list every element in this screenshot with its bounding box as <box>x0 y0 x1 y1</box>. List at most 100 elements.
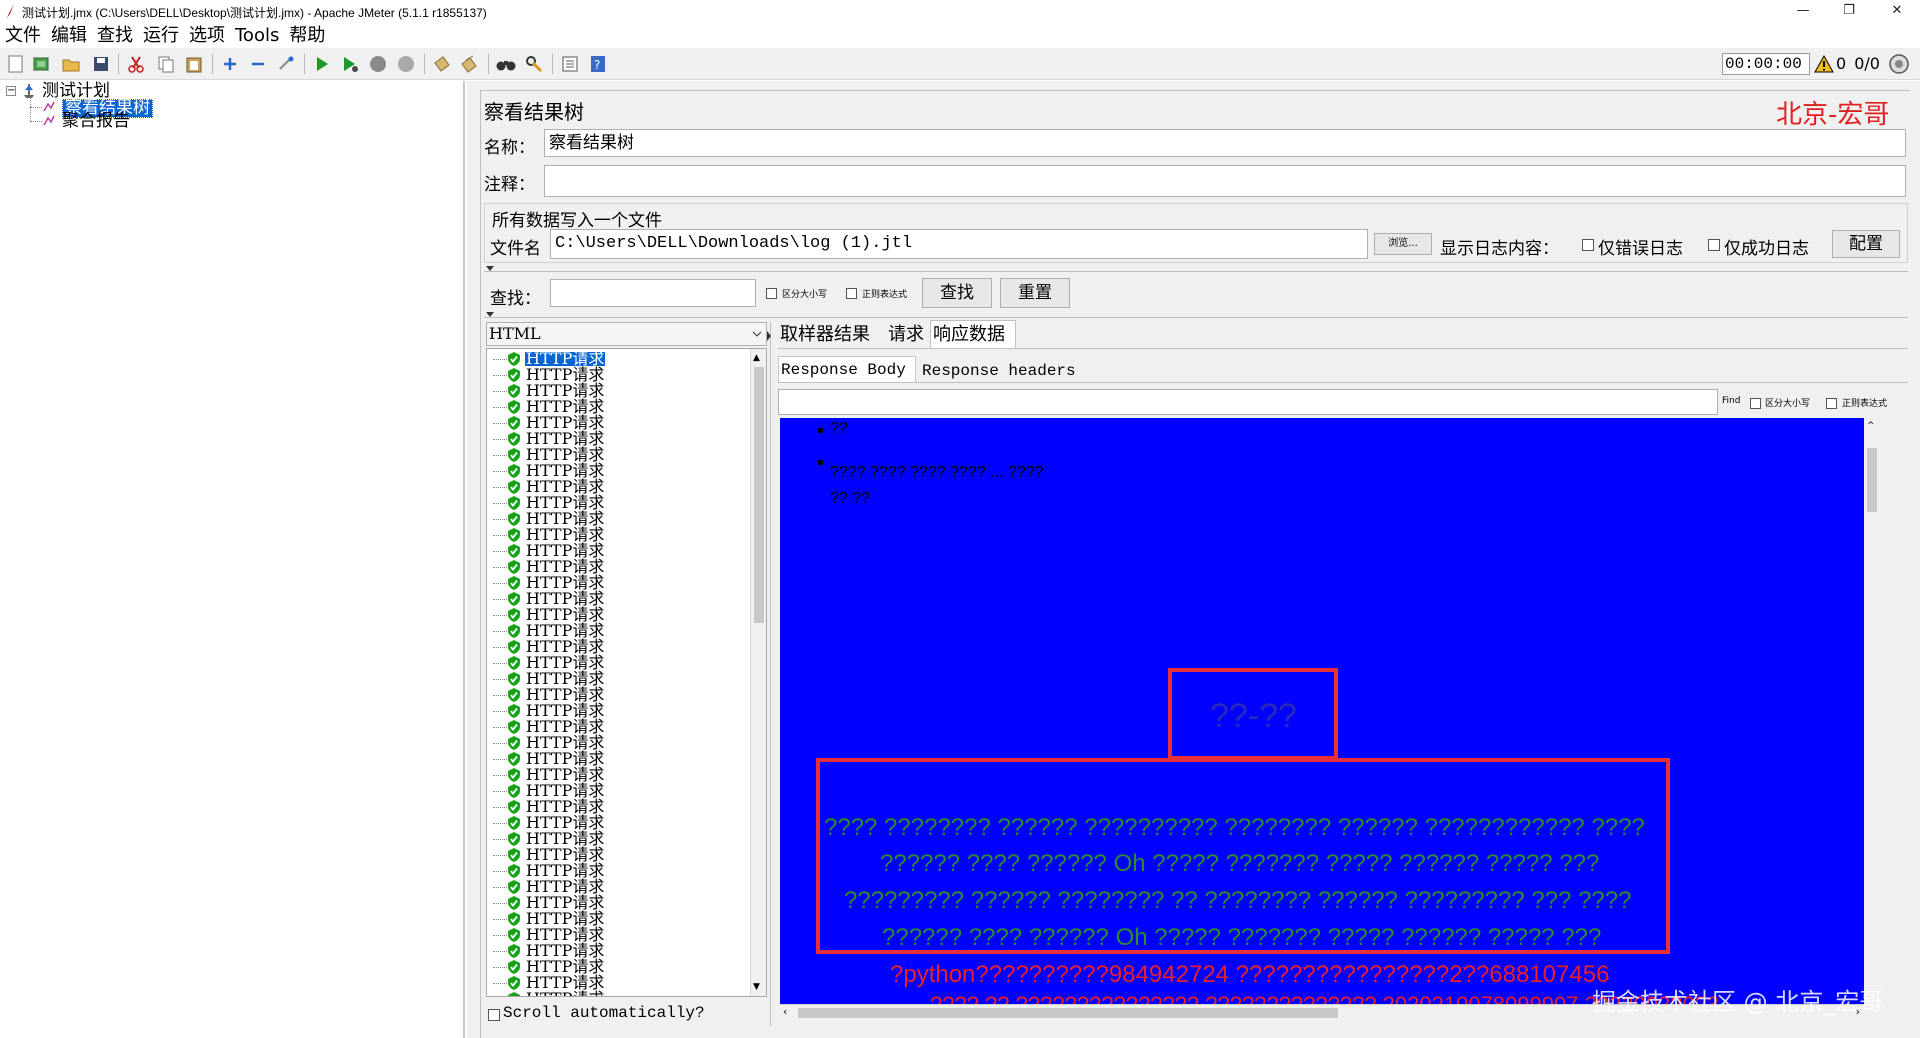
shutdown-icon[interactable] <box>396 54 416 74</box>
menu-tools[interactable]: Tools <box>230 24 284 48</box>
remote-status-icon <box>1889 54 1909 74</box>
name-field[interactable]: 察看结果树 <box>544 129 1906 157</box>
html-response-viewer[interactable]: ?? ???? ???? ???? ???? ... ???? ?? ?? ??… <box>780 418 1880 1004</box>
expand-icon[interactable] <box>220 54 240 74</box>
search-case-checkbox[interactable] <box>766 286 777 301</box>
filename-field[interactable]: C:\Users\DELL\Downloads\log (1).jtl <box>550 229 1368 259</box>
results-scrollbar[interactable]: ▲ ▼ <box>750 349 766 996</box>
search-regex-checkbox[interactable] <box>846 286 857 301</box>
menu-help[interactable]: 帮助 <box>284 24 330 48</box>
result-item-label: HTTP请求 <box>526 829 605 848</box>
success-check-icon <box>508 944 520 958</box>
tab-response-data[interactable]: 响应数据 <box>930 320 1016 348</box>
tree-connector <box>493 615 507 616</box>
result-item-label: HTTP请求 <box>526 749 605 768</box>
stop-icon[interactable] <box>368 54 388 74</box>
scroll-down-icon[interactable]: ▼ <box>753 982 760 992</box>
subtab-strip-line <box>778 382 1908 383</box>
tree-connector <box>493 711 507 712</box>
menu-file[interactable]: 文件 <box>0 24 46 48</box>
close-button[interactable]: ✕ <box>1874 0 1920 24</box>
result-item-label: HTTP请求 <box>526 573 605 592</box>
minimize-button[interactable]: — <box>1780 0 1826 24</box>
menu-run[interactable]: 运行 <box>138 24 184 48</box>
help-icon[interactable]: ? <box>588 54 608 74</box>
tree-connector <box>493 359 507 360</box>
success-check-icon <box>508 576 520 590</box>
renderer-select-value: HTML <box>489 324 541 343</box>
function-helper-icon[interactable] <box>560 54 580 74</box>
scroll-up-icon[interactable]: ^ <box>1867 421 1875 431</box>
success-check-icon <box>508 704 520 718</box>
tree-connector <box>493 471 507 472</box>
viewer-v-scrollbar[interactable]: ^ <box>1864 418 1880 1004</box>
clear-icon[interactable] <box>432 54 452 74</box>
search-input[interactable] <box>550 279 756 307</box>
save-icon[interactable] <box>91 54 111 74</box>
success-only-checkbox[interactable] <box>1708 237 1720 252</box>
restore-button[interactable]: ❐ <box>1826 0 1872 24</box>
scroll-auto-checkbox[interactable] <box>488 1007 500 1022</box>
paste-icon[interactable] <box>184 54 204 74</box>
viewer-v-scroll-thumb[interactable] <box>1867 448 1877 512</box>
toggle-icon[interactable] <box>276 54 296 74</box>
success-check-icon <box>508 672 520 686</box>
window-title: 测试计划.jmx (C:\Users\DELL\Desktop\测试计划.jmx… <box>22 6 487 20</box>
renderer-select[interactable]: HTML <box>486 322 767 346</box>
results-splitter[interactable] <box>770 322 776 1026</box>
result-item[interactable]: HTTP请求 <box>493 991 605 996</box>
copy-icon[interactable] <box>156 54 176 74</box>
viewer-h-scroll-thumb[interactable] <box>798 1008 1338 1018</box>
collapse-toggle-icon[interactable]: − <box>6 86 16 96</box>
subtab-response-body[interactable]: Response Body <box>778 356 916 382</box>
result-item-label: HTTP请求 <box>526 669 605 688</box>
scroll-up-icon[interactable]: ▲ <box>753 353 760 363</box>
cut-icon[interactable] <box>126 54 146 74</box>
scroll-left-icon[interactable]: ‹ <box>783 1005 787 1018</box>
warning-icon[interactable] <box>1814 55 1834 73</box>
result-item-label: HTTP请求 <box>526 861 605 880</box>
tab-request[interactable]: 请求 <box>886 322 930 348</box>
collapse-icon[interactable] <box>248 54 268 74</box>
results-list[interactable]: HTTP请求 HTTP请求 HTTP请求 HTTP请求 HTTP请求 HTTP请求 HTTP… <box>486 348 767 997</box>
clear-all-icon[interactable] <box>460 54 480 74</box>
subtab-response-headers[interactable]: Response headers <box>918 358 1088 382</box>
result-item-label: HTTP请求 <box>526 589 605 608</box>
configure-button[interactable]: 配置 <box>1832 230 1900 258</box>
tree-item-aggregate-report[interactable]: 聚合报告 <box>62 113 130 130</box>
menu-options[interactable]: 选项 <box>184 24 230 48</box>
reset-search-icon[interactable] <box>524 54 544 74</box>
templates-icon[interactable] <box>31 54 51 74</box>
success-check-icon <box>508 864 520 878</box>
result-item-label: HTTP请求 <box>526 685 605 704</box>
success-check-icon <box>508 496 520 510</box>
success-check-icon <box>508 848 520 862</box>
start-icon[interactable] <box>312 54 332 74</box>
splitter-line <box>484 271 1908 272</box>
start-no-pause-icon[interactable] <box>340 54 360 74</box>
find-button[interactable]: 查找 <box>922 278 992 308</box>
result-item-label: HTTP请求 <box>526 957 605 976</box>
browse-button[interactable]: 浏览... <box>1374 233 1432 255</box>
success-check-icon <box>508 784 520 798</box>
search-icon[interactable] <box>496 54 516 74</box>
menu-edit[interactable]: 编辑 <box>46 24 92 48</box>
reset-button[interactable]: 重置 <box>1000 278 1070 308</box>
open-icon[interactable] <box>61 54 81 74</box>
errors-only-checkbox[interactable] <box>1582 237 1594 252</box>
comment-field[interactable] <box>544 165 1906 197</box>
success-check-icon <box>508 480 520 494</box>
toolbar: ? 00:00:00 0 0/0 <box>0 48 1920 80</box>
body-find-input[interactable] <box>778 389 1718 415</box>
results-scroll-thumb[interactable] <box>754 367 764 623</box>
menu-search[interactable]: 查找 <box>92 24 138 48</box>
test-plan-tree: − 测试计划 察看结果树 聚合报告 <box>0 81 465 1038</box>
tab-sampler-result[interactable]: 取样器结果 <box>778 322 886 348</box>
body-find-case-checkbox[interactable] <box>1750 396 1761 411</box>
success-check-icon <box>508 448 520 462</box>
new-icon[interactable] <box>6 54 26 74</box>
success-check-icon <box>508 736 520 750</box>
splitter-arrow-icon[interactable] <box>766 330 772 342</box>
success-check-icon <box>508 880 520 894</box>
body-find-regex-checkbox[interactable] <box>1826 396 1837 411</box>
